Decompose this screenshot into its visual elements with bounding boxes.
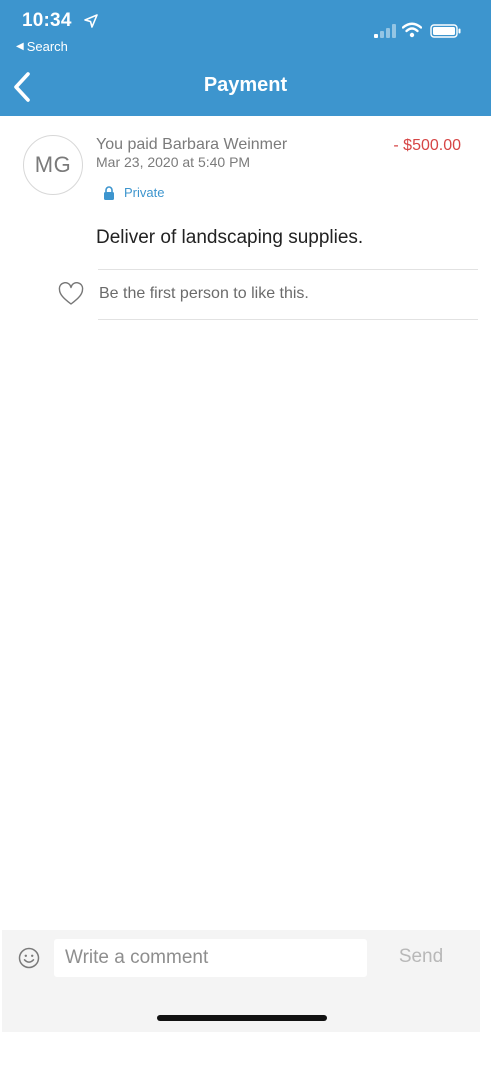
avatar[interactable]: MG	[23, 135, 83, 195]
battery-icon	[430, 24, 461, 38]
header: 10:34 ◀ Search Payment	[0, 0, 491, 116]
comment-bar: Send	[2, 930, 480, 1032]
back-to-app-link[interactable]: ◀ Search	[16, 39, 68, 54]
payment-amount: - $500.00	[393, 137, 461, 154]
back-triangle-icon: ◀	[16, 40, 24, 52]
divider	[98, 319, 478, 320]
page-title: Payment	[203, 74, 288, 96]
send-button[interactable]: Send	[385, 946, 457, 968]
like-row: Be the first person to like this.	[58, 282, 309, 306]
wifi-icon	[402, 22, 422, 38]
home-indicator[interactable]	[157, 1015, 327, 1021]
heart-icon[interactable]	[58, 282, 84, 306]
cellular-signal-icon	[374, 24, 396, 38]
status-time: 10:34	[22, 10, 72, 31]
payment-description: You paid Barbara Weinmer	[96, 136, 288, 153]
payment-screen: 10:34 ◀ Search Payment MG You paid Barba…	[0, 0, 491, 1080]
divider	[98, 269, 478, 270]
emoji-icon[interactable]	[18, 947, 40, 969]
avatar-initials: MG	[34, 152, 72, 177]
lock-icon	[104, 185, 114, 200]
privacy-label: Private	[124, 185, 165, 200]
location-arrow-icon	[84, 14, 98, 28]
comment-input[interactable]	[54, 939, 367, 977]
payment-note: Deliver of landscaping supplies.	[96, 227, 364, 248]
privacy-indicator: Private	[103, 185, 164, 200]
back-to-app-label: Search	[26, 39, 68, 54]
payment-date: Mar 23, 2020 at 5:40 PM	[96, 154, 251, 170]
likes-text: Be the first person to like this.	[99, 285, 309, 302]
